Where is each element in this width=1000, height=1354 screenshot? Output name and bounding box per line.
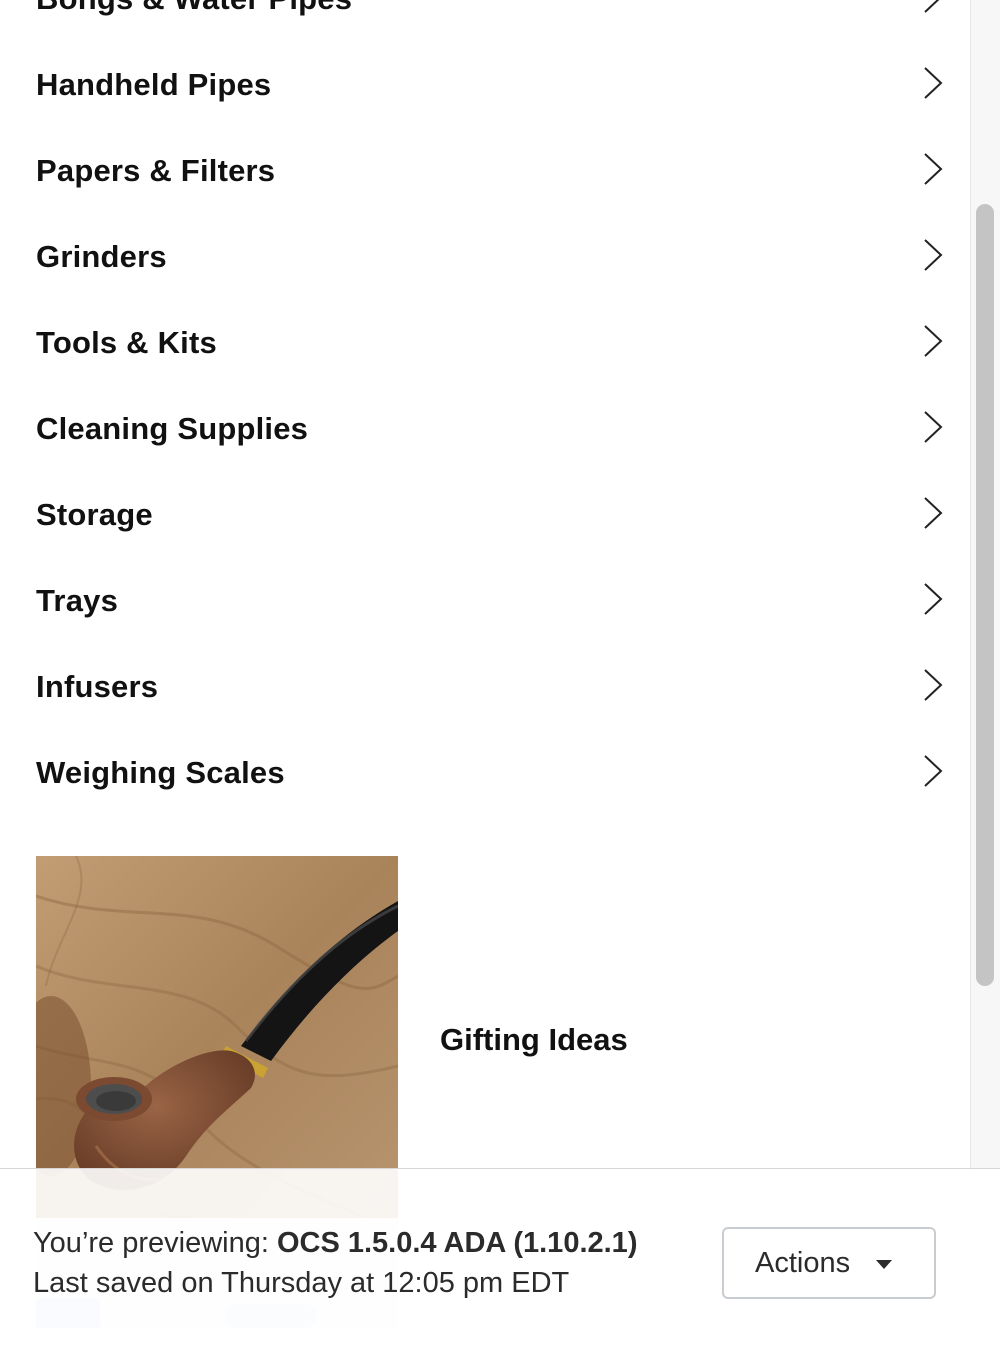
actions-button[interactable]: Actions — [722, 1227, 936, 1299]
category-label: Weighing Scales — [36, 755, 285, 790]
category-item-papers-filters[interactable]: Papers & Filters — [0, 128, 970, 214]
category-item-storage[interactable]: Storage — [0, 472, 970, 558]
gifting-ideas-link[interactable]: Gifting Ideas — [36, 856, 936, 1218]
category-label: Storage — [36, 497, 153, 532]
category-label: Papers & Filters — [36, 153, 276, 188]
caret-down-icon — [876, 1260, 892, 1269]
category-menu: Bongs & Water Pipes Handheld Pipes Paper… — [0, 0, 970, 1354]
category-item-weighing-scales[interactable]: Weighing Scales — [0, 730, 970, 816]
category-label: Infusers — [36, 669, 159, 704]
category-item-cleaning-supplies[interactable]: Cleaning Supplies — [0, 386, 970, 472]
category-label: Bongs & Water Pipes — [36, 0, 352, 17]
page: Bongs & Water Pipes Handheld Pipes Paper… — [0, 0, 1000, 1354]
chevron-right-icon — [922, 495, 944, 531]
chevron-right-icon — [922, 323, 944, 359]
category-item-tools-kits[interactable]: Tools & Kits — [0, 300, 970, 386]
category-label: Trays — [36, 583, 119, 618]
chevron-right-icon — [922, 0, 944, 15]
category-list: Bongs & Water Pipes Handheld Pipes Paper… — [0, 0, 970, 816]
category-label: Cleaning Supplies — [36, 411, 309, 446]
previewing-text: You’re previewing: OCS 1.5.0.4 ADA (1.10… — [33, 1227, 637, 1260]
category-item-handheld-pipes[interactable]: Handheld Pipes — [0, 42, 970, 128]
category-label: Tools & Kits — [36, 325, 217, 360]
category-item-bongs-water-pipes[interactable]: Bongs & Water Pipes — [0, 0, 970, 42]
previewing-prefix: You’re previewing: — [33, 1227, 277, 1259]
gifting-ideas-label: Gifting Ideas — [440, 1022, 628, 1057]
chevron-right-icon — [922, 237, 944, 273]
last-saved-text: Last saved on Thursday at 12:05 pm EDT — [33, 1267, 570, 1299]
actions-label: Actions — [755, 1246, 851, 1279]
chevron-right-icon — [922, 581, 944, 617]
theme-name: OCS 1.5.0.4 ADA (1.10.2.1) — [276, 1227, 638, 1259]
category-item-trays[interactable]: Trays — [0, 558, 970, 644]
category-label: Handheld Pipes — [36, 67, 272, 102]
theme-preview-bar: You’re previewing: OCS 1.5.0.4 ADA (1.10… — [0, 1168, 1000, 1354]
category-label: Grinders — [36, 239, 167, 274]
chevron-right-icon — [922, 151, 944, 187]
chevron-right-icon — [922, 667, 944, 703]
pipe-photo — [36, 856, 398, 1218]
chevron-right-icon — [922, 409, 944, 445]
scrollbar-thumb[interactable] — [976, 204, 994, 986]
chevron-right-icon — [922, 753, 944, 789]
category-item-grinders[interactable]: Grinders — [0, 214, 970, 300]
category-item-infusers[interactable]: Infusers — [0, 644, 970, 730]
chevron-right-icon — [922, 65, 944, 101]
